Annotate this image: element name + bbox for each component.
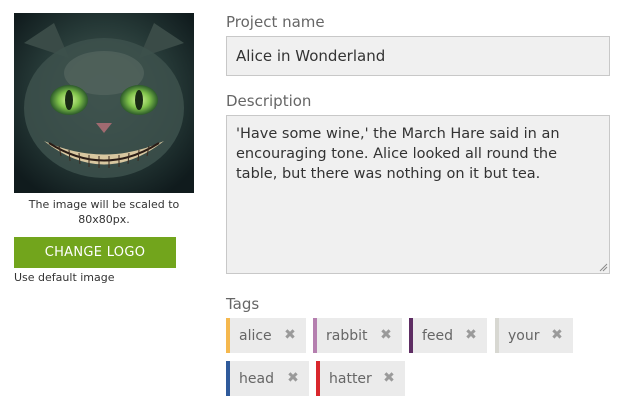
tag-chip[interactable]: feed ✖ [409,318,487,353]
tag-color-bar [313,318,317,353]
tag-label: your [508,327,540,344]
tag-color-bar [316,361,320,396]
logo-scale-note: The image will be scaled to 80x80px. [28,198,180,226]
tag-chip[interactable]: your ✖ [495,318,573,353]
tag-label: feed [422,327,454,344]
close-icon[interactable]: ✖ [283,327,297,343]
resize-handle-icon[interactable] [599,263,608,272]
close-icon[interactable]: ✖ [382,370,396,386]
close-icon[interactable]: ✖ [286,370,300,386]
tag-color-bar [226,318,230,353]
tag-label: head [239,370,274,387]
tag-color-bar [495,318,499,353]
description-text: 'Have some wine,' the March Hare said in… [236,126,560,182]
tag-label: alice [239,327,272,344]
close-icon[interactable]: ✖ [464,327,478,343]
tag-label: rabbit [326,327,368,344]
project-name-label: Project name [226,13,325,31]
close-icon[interactable]: ✖ [550,327,564,343]
close-icon[interactable]: ✖ [379,327,393,343]
project-logo-image [14,13,194,193]
description-label: Description [226,92,312,110]
tag-color-bar [226,361,230,396]
tag-chip[interactable]: rabbit ✖ [313,318,402,353]
tag-label: hatter [329,370,372,387]
project-name-input[interactable]: Alice in Wonderland [226,36,610,76]
tags-label: Tags [226,295,260,313]
use-default-image-link[interactable]: Use default image [14,271,115,284]
tag-color-bar [409,318,413,353]
description-textarea[interactable]: 'Have some wine,' the March Hare said in… [226,115,610,274]
tag-chip[interactable]: hatter ✖ [316,361,405,396]
tag-chip[interactable]: head ✖ [226,361,309,396]
change-logo-button[interactable]: CHANGE LOGO [14,237,176,268]
tag-chip[interactable]: alice ✖ [226,318,306,353]
